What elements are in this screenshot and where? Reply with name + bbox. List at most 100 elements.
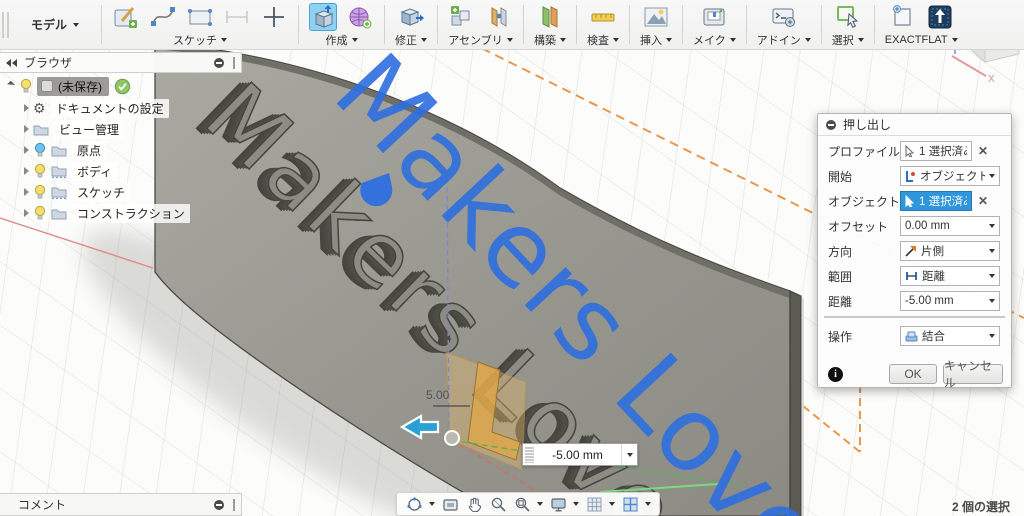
construction-plane-icon[interactable] bbox=[536, 3, 564, 31]
tree-item-label[interactable]: ドキュメントの設定 bbox=[51, 99, 169, 118]
object-clear-button[interactable]: ✕ bbox=[978, 194, 988, 208]
exactflat-menu[interactable]: EXACTFLAT bbox=[885, 33, 958, 47]
point-icon[interactable] bbox=[260, 3, 288, 31]
input-drag-grip[interactable] bbox=[525, 446, 534, 463]
visibility-bulb-icon[interactable] bbox=[33, 184, 47, 200]
expand-arrow-icon[interactable] bbox=[24, 125, 29, 133]
make-3dprint-icon[interactable] bbox=[700, 3, 728, 31]
joint-icon[interactable] bbox=[485, 3, 513, 31]
browser-header[interactable]: ブラウザ bbox=[0, 52, 242, 73]
zoom-icon[interactable] bbox=[489, 495, 507, 513]
distance-input[interactable]: -5.00 mm bbox=[900, 291, 1000, 311]
extent-dropdown[interactable]: 距離 bbox=[900, 266, 1000, 286]
tree-row-document-root[interactable]: (未保存) bbox=[10, 77, 131, 95]
tree-item-label[interactable]: ボディ bbox=[72, 162, 117, 181]
look-at-icon[interactable] bbox=[441, 495, 459, 513]
create-sketch-icon[interactable] bbox=[112, 3, 140, 31]
insert-menu[interactable]: 挿入 bbox=[640, 33, 672, 47]
zoom-dropdown-caret[interactable] bbox=[537, 502, 543, 506]
extrude-tool-icon[interactable] bbox=[309, 3, 337, 31]
make-menu[interactable]: メイク bbox=[693, 33, 736, 47]
profile-clear-button[interactable]: ✕ bbox=[978, 144, 988, 158]
dialog-handle-icon[interactable] bbox=[826, 120, 836, 130]
exactflat-export-icon[interactable] bbox=[926, 3, 954, 31]
viewports-dropdown-caret[interactable] bbox=[645, 502, 651, 506]
visibility-bulb-icon[interactable] bbox=[33, 142, 47, 158]
spline-icon[interactable] bbox=[149, 3, 177, 31]
distance-input-value[interactable]: -5.00 mm bbox=[534, 448, 621, 462]
visibility-bulb-icon[interactable] bbox=[19, 78, 33, 94]
visibility-bulb-icon[interactable] bbox=[33, 163, 47, 179]
visibility-bulb-icon[interactable] bbox=[33, 205, 47, 221]
select-menu[interactable]: 選択 bbox=[832, 33, 864, 47]
grid-settings-icon[interactable] bbox=[585, 495, 603, 513]
expand-arrow-icon[interactable] bbox=[24, 209, 29, 217]
collapse-panel-icon[interactable] bbox=[6, 59, 17, 67]
panel-resize-grip[interactable] bbox=[233, 499, 235, 511]
inspect-menu[interactable]: 検査 bbox=[587, 33, 619, 47]
direction-dropdown[interactable]: 片側 bbox=[900, 241, 1000, 261]
assembly-menu[interactable]: アセンブリ bbox=[448, 33, 512, 47]
measure-icon[interactable] bbox=[589, 3, 617, 31]
orbit-icon[interactable] bbox=[405, 495, 423, 513]
dialog-titlebar[interactable]: 押し出し bbox=[818, 114, 1011, 136]
expand-arrow-icon[interactable] bbox=[24, 104, 29, 112]
panel-handle-icon[interactable] bbox=[214, 58, 224, 68]
dimension-icon[interactable] bbox=[223, 3, 251, 31]
display-dropdown-caret[interactable] bbox=[573, 502, 579, 506]
zoom-window-icon[interactable] bbox=[513, 495, 531, 513]
addins-menu[interactable]: アドイン bbox=[757, 33, 811, 47]
sketch-menu[interactable]: スケッチ bbox=[173, 33, 227, 47]
expand-arrow-icon[interactable] bbox=[24, 167, 29, 175]
distance-label: 距離 bbox=[818, 293, 900, 310]
expand-arrow-icon[interactable] bbox=[24, 188, 29, 196]
tree-row-origin[interactable]: 原点 bbox=[24, 141, 106, 159]
orbit-dropdown-caret[interactable] bbox=[429, 502, 435, 506]
distance-input-box[interactable]: -5.00 mm bbox=[522, 443, 638, 466]
tree-row-sketches[interactable]: スケッチ bbox=[24, 183, 130, 201]
distance-input-dropdown[interactable] bbox=[621, 444, 637, 465]
tree-row-document-settings[interactable]: ⚙ ドキュメントの設定 bbox=[24, 99, 169, 117]
expand-arrow-icon[interactable] bbox=[24, 146, 29, 154]
press-pull-icon[interactable] bbox=[397, 3, 425, 31]
start-dropdown[interactable]: オブジェクトから bbox=[900, 166, 1000, 186]
profile-selection-chip[interactable]: 1 選択済み bbox=[900, 141, 972, 161]
modify-menu[interactable]: 修正 bbox=[395, 33, 427, 47]
saved-check-icon bbox=[114, 78, 131, 95]
info-icon[interactable]: i bbox=[828, 367, 843, 382]
tree-item-label[interactable]: コンストラクション bbox=[72, 204, 190, 223]
tree-item-label[interactable]: 原点 bbox=[72, 141, 106, 160]
scripts-addins-icon[interactable] bbox=[770, 3, 798, 31]
viewports-icon[interactable] bbox=[621, 495, 639, 513]
construct-menu[interactable]: 構築 bbox=[534, 33, 566, 47]
cancel-button[interactable]: キャンセル bbox=[943, 364, 1003, 384]
create-menu[interactable]: 作成 bbox=[326, 33, 358, 47]
exactflat-shape-icon[interactable] bbox=[889, 3, 917, 31]
comments-bar[interactable]: コメント bbox=[0, 493, 242, 516]
new-component-icon[interactable] bbox=[448, 3, 476, 31]
tree-row-view-management[interactable]: ビュー管理 bbox=[24, 120, 124, 138]
toolbar-grip[interactable] bbox=[0, 0, 9, 49]
pan-icon[interactable] bbox=[465, 495, 483, 513]
object-selection-chip[interactable]: 1 選択済み bbox=[900, 191, 972, 211]
operation-row: 操作 結合 bbox=[818, 326, 1011, 346]
display-settings-icon[interactable] bbox=[549, 495, 567, 513]
panel-resize-grip[interactable] bbox=[233, 57, 235, 69]
grid-dropdown-caret[interactable] bbox=[609, 502, 615, 506]
offset-input[interactable]: 0.00 mm bbox=[900, 216, 1000, 236]
document-root-item[interactable]: (未保存) bbox=[37, 77, 109, 96]
tree-row-bodies[interactable]: ボディ bbox=[24, 162, 117, 180]
operation-dropdown[interactable]: 結合 bbox=[900, 326, 1000, 346]
selection-status: 2 個の選択 bbox=[890, 498, 1010, 515]
tree-item-label[interactable]: ビュー管理 bbox=[54, 120, 124, 139]
form-tool-icon[interactable] bbox=[346, 3, 374, 31]
tree-item-label[interactable]: スケッチ bbox=[72, 183, 130, 202]
rectangle-icon[interactable] bbox=[186, 3, 214, 31]
tree-row-construction[interactable]: コンストラクション bbox=[24, 204, 190, 222]
ok-button[interactable]: OK bbox=[889, 364, 937, 384]
workspace-menu[interactable]: モデル bbox=[9, 0, 97, 49]
select-tool-icon[interactable] bbox=[834, 3, 862, 31]
panel-handle-icon[interactable] bbox=[214, 500, 224, 510]
insert-image-icon[interactable] bbox=[642, 3, 670, 31]
extrude-dialog[interactable]: 押し出し プロファイル 1 選択済み ✕ 開始 オブジェクトから オブジェクト … bbox=[817, 113, 1012, 388]
